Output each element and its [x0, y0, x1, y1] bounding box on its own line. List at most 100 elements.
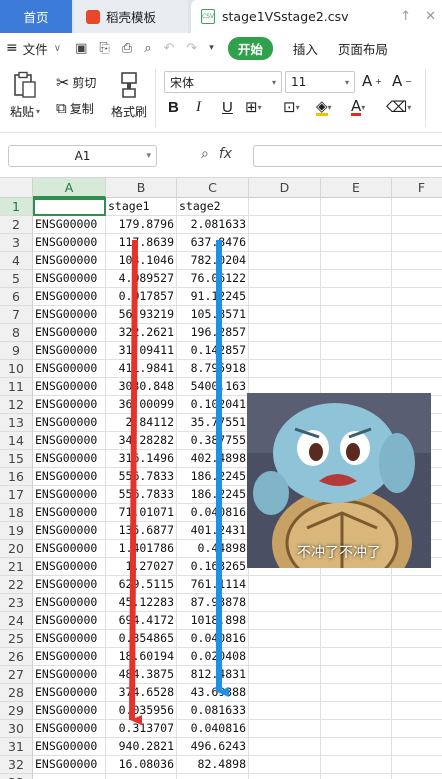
tab-close-icon[interactable]: ✕	[425, 9, 436, 24]
cell-a3[interactable]: ENSG00000	[33, 234, 106, 252]
save-icon[interactable]: ▣	[75, 41, 87, 56]
cell-c25[interactable]: 0.040816	[177, 630, 249, 648]
empty-cell[interactable]	[392, 270, 442, 288]
cell-a7[interactable]: ENSG00000	[33, 306, 106, 324]
empty-cell[interactable]	[321, 288, 392, 306]
cell-a2[interactable]: ENSG00000	[33, 216, 106, 234]
row-header[interactable]: 6	[0, 288, 33, 306]
cell-a10[interactable]: ENSG00000	[33, 360, 106, 378]
cell-c28[interactable]: 43.69388	[177, 684, 249, 702]
cell-c5[interactable]: 76.06122	[177, 270, 249, 288]
row-header[interactable]: 27	[0, 666, 33, 684]
cell-b13[interactable]: 2.84112	[106, 414, 177, 432]
empty-cell[interactable]	[392, 198, 442, 216]
cell-b23[interactable]: 45.12283	[106, 594, 177, 612]
cell-b11[interactable]: 3030.848	[106, 378, 177, 396]
eraser-icon[interactable]: ⌫ ▾	[386, 96, 411, 118]
row-header[interactable]: 1	[0, 198, 33, 216]
empty-cell[interactable]	[249, 720, 321, 738]
italic-button[interactable]: I	[196, 96, 201, 118]
cell-a29[interactable]: ENSG00000	[33, 702, 106, 720]
cell-a32[interactable]: ENSG00000	[33, 756, 106, 774]
print-preview-icon[interactable]: ⌕	[144, 41, 151, 56]
empty-cell[interactable]	[392, 360, 442, 378]
row-header[interactable]: 3	[0, 234, 33, 252]
cell-c26[interactable]: 0.020408	[177, 648, 249, 666]
cell-a12[interactable]: ENSG00000	[33, 396, 106, 414]
empty-cell[interactable]	[249, 666, 321, 684]
cell-a14[interactable]: ENSG00000	[33, 432, 106, 450]
row-header[interactable]: 20	[0, 540, 33, 558]
empty-cell[interactable]	[321, 594, 392, 612]
empty-cell[interactable]	[321, 324, 392, 342]
row-header[interactable]: 13	[0, 414, 33, 432]
column-header-d[interactable]: D	[249, 178, 321, 198]
cell-a8[interactable]: ENSG00000	[33, 324, 106, 342]
row-header[interactable]: 2	[0, 216, 33, 234]
empty-cell[interactable]	[249, 756, 321, 774]
cell-c12[interactable]: 0.102041	[177, 396, 249, 414]
row-header[interactable]: 32	[0, 756, 33, 774]
empty-cell[interactable]	[392, 774, 442, 779]
empty-cell[interactable]	[392, 738, 442, 756]
cell-b16[interactable]: 556.7833	[106, 468, 177, 486]
cell-c19[interactable]: 401.2431	[177, 522, 249, 540]
row-header[interactable]: 33	[0, 774, 33, 779]
empty-cell[interactable]	[392, 342, 442, 360]
empty-cell[interactable]	[249, 306, 321, 324]
empty-cell[interactable]	[392, 702, 442, 720]
empty-cell[interactable]	[249, 594, 321, 612]
empty-cell[interactable]	[321, 306, 392, 324]
cell-c24[interactable]: 1018.898	[177, 612, 249, 630]
cell-a15[interactable]: ENSG00000	[33, 450, 106, 468]
cell-b29[interactable]: 0.035956	[106, 702, 177, 720]
column-header-f[interactable]: F	[392, 178, 442, 198]
empty-cell[interactable]	[392, 666, 442, 684]
cell-b33[interactable]	[106, 774, 177, 779]
row-header[interactable]: 7	[0, 306, 33, 324]
empty-cell[interactable]	[249, 576, 321, 594]
empty-cell[interactable]	[249, 252, 321, 270]
empty-cell[interactable]	[321, 720, 392, 738]
row-header[interactable]: 31	[0, 738, 33, 756]
cell-a13[interactable]: ENSG00000	[33, 414, 106, 432]
cell-a20[interactable]: ENSG00000	[33, 540, 106, 558]
formula-input[interactable]	[253, 145, 442, 167]
cell-b12[interactable]: 36.00099	[106, 396, 177, 414]
cell-b22[interactable]: 629.5115	[106, 576, 177, 594]
row-header[interactable]: 26	[0, 648, 33, 666]
cell-b21[interactable]: 1.27027	[106, 558, 177, 576]
empty-cell[interactable]	[321, 702, 392, 720]
font-color-icon[interactable]: A ▾	[351, 96, 365, 118]
row-header[interactable]: 15	[0, 450, 33, 468]
cell-a26[interactable]: ENSG00000	[33, 648, 106, 666]
cell-c4[interactable]: 782.0204	[177, 252, 249, 270]
row-header[interactable]: 30	[0, 720, 33, 738]
bold-button[interactable]: B	[168, 96, 179, 118]
cell-c2[interactable]: 2.081633	[177, 216, 249, 234]
column-header-c[interactable]: C	[177, 178, 249, 198]
decrease-font-icon[interactable]: A −	[392, 72, 412, 90]
file-menu-button[interactable]: ≡ 文件 ∨	[0, 39, 67, 58]
cell-c18[interactable]: 0.040816	[177, 504, 249, 522]
empty-cell[interactable]	[249, 270, 321, 288]
cell-b6[interactable]: 0.017857	[106, 288, 177, 306]
undo-icon[interactable]: ↶	[163, 41, 174, 56]
cell-a6[interactable]: ENSG00000	[33, 288, 106, 306]
cell-c9[interactable]: 0.142857	[177, 342, 249, 360]
cell-b26[interactable]: 18.60194	[106, 648, 177, 666]
export-icon[interactable]: ⎘	[99, 41, 109, 56]
cell-c21[interactable]: 0.163265	[177, 558, 249, 576]
cell-b18[interactable]: 71.01071	[106, 504, 177, 522]
cell-b28[interactable]: 374.6528	[106, 684, 177, 702]
cell-b3[interactable]: 117.8639	[106, 234, 177, 252]
cell-a23[interactable]: ENSG00000	[33, 594, 106, 612]
copy-button[interactable]: ⧉ 复制	[56, 99, 94, 117]
cell-c29[interactable]: 0.081633	[177, 702, 249, 720]
cell-c7[interactable]: 105.8571	[177, 306, 249, 324]
cell-c22[interactable]: 761.1114	[177, 576, 249, 594]
row-header[interactable]: 17	[0, 486, 33, 504]
cell-a33[interactable]	[33, 774, 106, 779]
zoom-formula-icon[interactable]: ⌕	[201, 146, 209, 162]
empty-cell[interactable]	[249, 342, 321, 360]
